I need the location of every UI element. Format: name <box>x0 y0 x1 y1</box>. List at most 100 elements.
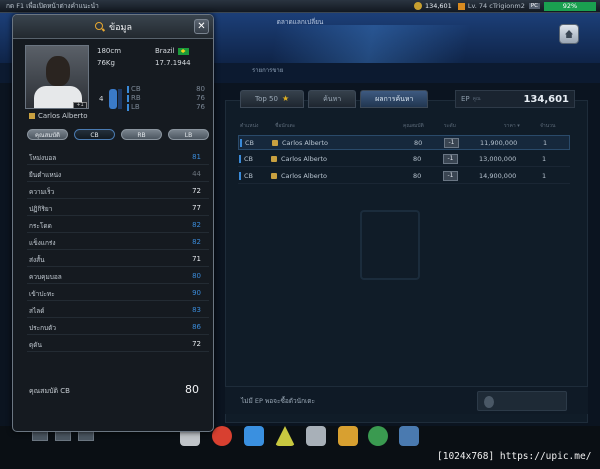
buy-button[interactable] <box>477 391 567 411</box>
stat-name: ปฏิกิริยา <box>29 205 53 213</box>
stat-value: 72 <box>192 187 201 195</box>
player-weight: 76Kg <box>97 59 115 67</box>
stat-value: 80 <box>192 272 201 280</box>
popup-title: ข้อมูล <box>109 23 133 33</box>
tab-search[interactable]: ค้นหา <box>308 90 357 108</box>
enhance-button[interactable]: -1 <box>444 138 459 148</box>
stat-name: โหม่งบอล <box>29 154 57 162</box>
position-summary: คุณสมบัติ CB 80 <box>27 381 209 401</box>
help-hint: กด F1 เพื่อเปิดหน้าต่างคำแนะนำ <box>6 2 99 10</box>
stat-value: 86 <box>192 323 201 331</box>
cone-icon[interactable] <box>275 426 295 446</box>
player-photo: +1 <box>25 45 89 109</box>
level-icon <box>457 2 465 10</box>
stat-name: ส่งสั้น <box>29 256 45 264</box>
player-card-icon <box>271 173 277 179</box>
star-icon: ★ <box>281 94 290 103</box>
stat-row: โหม่งบอล 81 <box>27 148 209 165</box>
stat-value: 72 <box>192 340 201 348</box>
taskbar-button[interactable] <box>32 431 48 441</box>
stat-name: กระโดด <box>29 222 52 230</box>
ep-label: EP <box>461 95 470 103</box>
table-row[interactable]: CB Carlos Alberto 80 -1 14,900,000 1 <box>238 169 570 184</box>
player-info-popup: ข้อมูล ✕ +1 180cm 76Kg Brazil 17.7.1944 … <box>12 14 214 432</box>
position-marker <box>240 139 242 147</box>
brazil-flag-icon <box>177 47 189 55</box>
market-tabs: Top 50 ★ ค้นหา ผลการค้นหา <box>240 90 429 108</box>
player-card-icon <box>271 156 277 162</box>
stat-name: ยืนตำแหน่ง <box>29 171 62 179</box>
stat-row: ประกบตัว 86 <box>27 318 209 335</box>
close-button[interactable]: ✕ <box>194 19 209 34</box>
pc-badge: PC <box>528 3 540 9</box>
col-qty: จำนวน <box>540 123 556 129</box>
stat-row: ควบคุมบอล 80 <box>27 267 209 284</box>
stat-name: ควบคุมบอล <box>29 273 62 281</box>
stat-row: ปฏิกิริยา 77 <box>27 199 209 216</box>
tab-exchange[interactable]: ตลาดแลกเปลี่ยน <box>250 17 350 27</box>
tab-cb[interactable]: CB <box>74 129 115 140</box>
home-button[interactable] <box>559 24 579 44</box>
col-name: ชื่อนักเตะ <box>275 123 296 129</box>
stat-name: ความเร็ว <box>29 188 55 196</box>
taskbar-button[interactable] <box>78 431 94 441</box>
header-decoration <box>200 25 580 63</box>
player-height: 180cm <box>97 47 122 55</box>
enhance-button[interactable]: -1 <box>443 154 458 164</box>
stat-value: 82 <box>192 238 201 246</box>
club-badge-icon[interactable] <box>368 426 388 446</box>
position-rating-row: CB 80 <box>127 85 209 94</box>
player-name: Carlos Alberto <box>29 112 88 120</box>
position-list: CB 80 RB 76 LB 76 <box>127 85 209 112</box>
stat-divider <box>27 351 209 352</box>
level-text: Lv. 74 cTrigionm2 <box>467 2 525 10</box>
popup-header: ข้อมูล ✕ <box>13 15 213 39</box>
taskbar <box>0 426 600 469</box>
tab-rb[interactable]: RB <box>121 129 162 140</box>
cart-icon[interactable] <box>399 426 419 446</box>
stat-name: แข็งแกร่ง <box>29 239 56 247</box>
stat-row: กระโดด 82 <box>27 216 209 233</box>
boot-icon[interactable] <box>244 426 264 446</box>
tab-search-results[interactable]: ผลการค้นหา <box>360 90 429 108</box>
stat-row: ดุดัน 72 <box>27 335 209 352</box>
clipboard-watermark-icon <box>360 210 420 280</box>
player-card-icon <box>29 113 35 119</box>
tab-top50[interactable]: Top 50 ★ <box>240 90 305 108</box>
stat-value: 82 <box>192 221 201 229</box>
insufficient-ep-message: ไม่มี EP พอจะซื้อตัวนักเตะ <box>241 397 315 405</box>
cards-icon[interactable] <box>306 426 326 446</box>
ep-balance: 134,601 <box>424 2 452 10</box>
stat-value: 77 <box>192 204 201 212</box>
player-birthdate: 17.7.1944 <box>155 59 191 67</box>
battery-indicator: 92% <box>544 1 596 11</box>
stat-value: 83 <box>192 306 201 314</box>
position-rating-row: LB 76 <box>127 103 209 112</box>
stat-name: สไลด์ <box>29 307 45 315</box>
col-price[interactable]: ราคา ▾ <box>504 122 520 130</box>
ball-icon[interactable] <box>212 426 232 446</box>
status-bar: กด F1 เพื่อเปิดหน้าต่างคำแนะนำ 134,601 L… <box>0 0 600 13</box>
table-row[interactable]: CB Carlos Alberto 80 -1 13,000,000 1 <box>238 152 570 167</box>
stat-value: 81 <box>192 153 201 161</box>
trophy-icon[interactable] <box>338 426 358 446</box>
tab-attributes[interactable]: คุณสมบัติ <box>27 129 68 140</box>
ep-value: 134,601 <box>523 93 569 105</box>
stats-list: โหม่งบอล 81 ยืนตำแหน่ง 44 ความเร็ว 72 ปฏิกิริย… <box>27 148 209 352</box>
taskbar-button[interactable] <box>55 431 71 441</box>
image-credit: [1024x768] https://upic.me/ <box>437 451 592 462</box>
summary-value: 80 <box>185 383 199 396</box>
stat-value: 90 <box>192 289 201 297</box>
enhance-button[interactable]: -1 <box>443 171 458 181</box>
ep-sub-label: คูณ <box>472 96 481 102</box>
mini-number: 4 <box>99 95 104 103</box>
player-figure-icon <box>109 89 117 109</box>
tab-sell-list[interactable]: รายการขาย <box>252 65 283 75</box>
position-tabs: คุณสมบัติ CB RB LB <box>27 129 209 140</box>
stat-row: ยืนตำแหน่ง 44 <box>27 165 209 182</box>
position-marker <box>239 155 241 163</box>
table-row[interactable]: CB Carlos Alberto 80 -1 11,900,000 1 <box>238 135 570 150</box>
stat-row: เข้าปะทะ 90 <box>27 284 209 301</box>
tab-lb[interactable]: LB <box>168 129 209 140</box>
stat-row: ส่งสั้น 71 <box>27 250 209 267</box>
